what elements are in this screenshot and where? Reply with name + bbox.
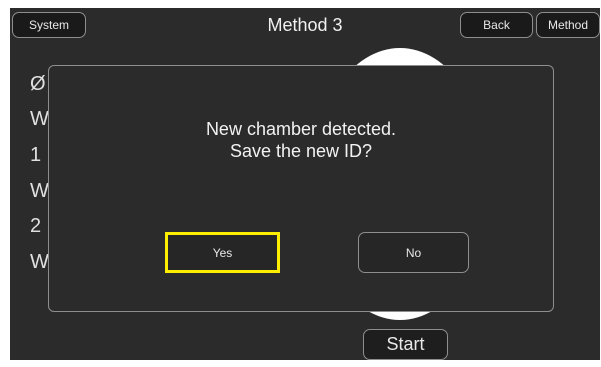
start-button[interactable]: Start [363, 329, 448, 360]
background-text: 1 [30, 144, 42, 166]
background-text: W [30, 251, 49, 273]
system-button[interactable]: System [12, 12, 86, 38]
dialog-message-line1: New chamber detected. [205, 119, 397, 139]
back-button[interactable]: Back [460, 12, 533, 38]
confirmation-dialog: New chamber detected. Save the new ID? Y… [48, 65, 554, 312]
method-button[interactable]: Method [536, 12, 600, 38]
yes-button[interactable]: Yes [165, 232, 280, 273]
top-bar: System Method 3 Back Method [10, 8, 600, 42]
background-text: W [30, 108, 49, 130]
background-text: 2 [30, 215, 42, 237]
dialog-message: New chamber detected. Save the new ID? [49, 118, 553, 162]
background-text: W [30, 180, 49, 202]
page-title: Method 3 [267, 15, 343, 35]
device-screen: System Method 3 Back Method Ø W 1 W 2 W … [10, 8, 600, 360]
background-text: Ø [30, 73, 46, 95]
dialog-message-line2: Save the new ID? [229, 141, 373, 161]
no-button[interactable]: No [358, 232, 469, 273]
